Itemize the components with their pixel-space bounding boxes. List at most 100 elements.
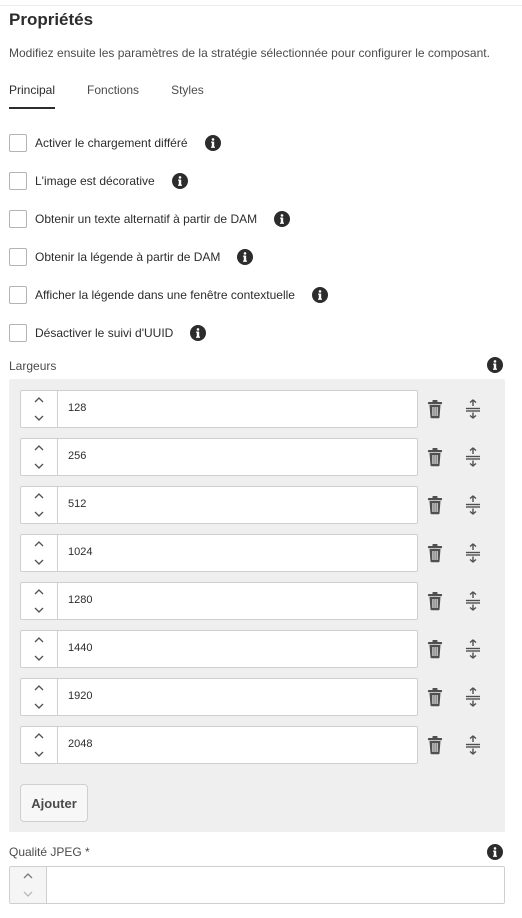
drag-handle-icon[interactable]: [464, 591, 482, 611]
widths-info-icon[interactable]: [487, 357, 503, 373]
trash-icon[interactable]: [426, 399, 444, 419]
info-icon[interactable]: [237, 249, 254, 265]
jpeg-info-icon[interactable]: [487, 844, 503, 860]
option-checkbox[interactable]: [9, 286, 27, 304]
width-row: 128: [20, 390, 495, 428]
step-down-button[interactable]: [21, 649, 57, 667]
width-stepper: [21, 535, 58, 571]
tab-fonctions[interactable]: Fonctions: [87, 83, 139, 109]
chevron-down-icon: [23, 891, 33, 897]
width-row: 512: [20, 486, 495, 524]
drag-handle-icon[interactable]: [464, 687, 482, 707]
tab-principal[interactable]: Principal: [9, 83, 56, 109]
step-down-button[interactable]: [21, 553, 57, 571]
trash-icon[interactable]: [426, 447, 444, 467]
chevron-down-icon: [34, 703, 44, 709]
drag-handle-icon[interactable]: [464, 447, 482, 467]
width-stepper: [21, 583, 58, 619]
option-checkbox[interactable]: [9, 210, 27, 228]
chevron-down-icon: [34, 751, 44, 757]
width-stepper: [21, 439, 58, 475]
width-number-field[interactable]: 1440: [20, 630, 418, 668]
step-up-button[interactable]: [21, 535, 57, 553]
chevron-up-icon: [34, 541, 44, 547]
info-icon[interactable]: [274, 211, 291, 227]
trash-icon[interactable]: [426, 639, 444, 659]
info-icon[interactable]: [204, 135, 221, 151]
step-up-button[interactable]: [21, 727, 57, 745]
trash-icon[interactable]: [426, 543, 444, 563]
step-up-button[interactable]: [21, 439, 57, 457]
chevron-down-icon: [34, 655, 44, 661]
width-number-field[interactable]: 1920: [20, 678, 418, 716]
chevron-up-icon: [34, 685, 44, 691]
top-divider: [0, 5, 522, 6]
width-stepper: [21, 487, 58, 523]
step-down-button[interactable]: [21, 505, 57, 523]
trash-icon[interactable]: [426, 687, 444, 707]
option-row: L'image est décorative: [9, 171, 188, 191]
chevron-up-icon: [34, 637, 44, 643]
option-label: Afficher la légende dans une fenêtre con…: [35, 288, 295, 302]
jpeg-step-down[interactable]: [10, 885, 46, 903]
option-checkbox[interactable]: [9, 324, 27, 342]
option-checkbox[interactable]: [9, 134, 27, 152]
chevron-down-icon: [34, 463, 44, 469]
option-row: Obtenir un texte alternatif à partir de …: [9, 209, 291, 229]
width-value: 2048: [68, 738, 93, 750]
width-number-field[interactable]: 1280: [20, 582, 418, 620]
trash-icon[interactable]: [426, 735, 444, 755]
width-stepper: [21, 631, 58, 667]
jpeg-quality-label: Qualité JPEG *: [9, 845, 90, 859]
drag-handle-icon[interactable]: [464, 399, 482, 419]
width-value: 1440: [68, 642, 93, 654]
trash-icon[interactable]: [426, 495, 444, 515]
step-up-button[interactable]: [21, 583, 57, 601]
chevron-up-icon: [34, 733, 44, 739]
step-up-button[interactable]: [21, 391, 57, 409]
drag-handle-icon[interactable]: [464, 735, 482, 755]
chevron-up-icon: [34, 589, 44, 595]
info-icon[interactable]: [171, 173, 188, 189]
widths-label: Largeurs: [9, 359, 57, 373]
width-stepper: [21, 727, 58, 763]
step-down-button[interactable]: [21, 601, 57, 619]
width-number-field[interactable]: 2048: [20, 726, 418, 764]
option-checkbox[interactable]: [9, 172, 27, 190]
width-stepper: [21, 391, 58, 427]
width-number-field[interactable]: 256: [20, 438, 418, 476]
step-down-button[interactable]: [21, 457, 57, 475]
jpeg-quality-stepper: [10, 867, 47, 903]
info-icon[interactable]: [311, 287, 328, 303]
option-label: Obtenir un texte alternatif à partir de …: [35, 212, 258, 226]
width-row: 256: [20, 438, 495, 476]
width-number-field[interactable]: 1024: [20, 534, 418, 572]
drag-handle-icon[interactable]: [464, 639, 482, 659]
step-down-button[interactable]: [21, 697, 57, 715]
width-row: 1440: [20, 630, 495, 668]
option-row: Afficher la légende dans une fenêtre con…: [9, 285, 328, 305]
trash-icon[interactable]: [426, 591, 444, 611]
add-width-button[interactable]: Ajouter: [20, 784, 88, 822]
option-row: Désactiver le suivi d'UUID: [9, 323, 207, 343]
width-value: 256: [68, 450, 87, 462]
info-icon[interactable]: [190, 325, 207, 341]
option-checkbox[interactable]: [9, 248, 27, 266]
tab-styles[interactable]: Styles: [171, 83, 204, 109]
jpeg-step-up[interactable]: [10, 867, 46, 885]
option-label: Activer le chargement différé: [35, 136, 188, 150]
width-stepper: [21, 679, 58, 715]
chevron-down-icon: [34, 607, 44, 613]
drag-handle-icon[interactable]: [464, 543, 482, 563]
step-up-button[interactable]: [21, 679, 57, 697]
width-number-field[interactable]: 128: [20, 390, 418, 428]
step-up-button[interactable]: [21, 631, 57, 649]
drag-handle-icon[interactable]: [464, 495, 482, 515]
option-label: Désactiver le suivi d'UUID: [35, 326, 174, 340]
step-down-button[interactable]: [21, 745, 57, 763]
step-up-button[interactable]: [21, 487, 57, 505]
jpeg-quality-field[interactable]: [9, 866, 505, 904]
width-number-field[interactable]: 512: [20, 486, 418, 524]
tab-bar: Principal Fonctions Styles: [9, 83, 236, 109]
step-down-button[interactable]: [21, 409, 57, 427]
